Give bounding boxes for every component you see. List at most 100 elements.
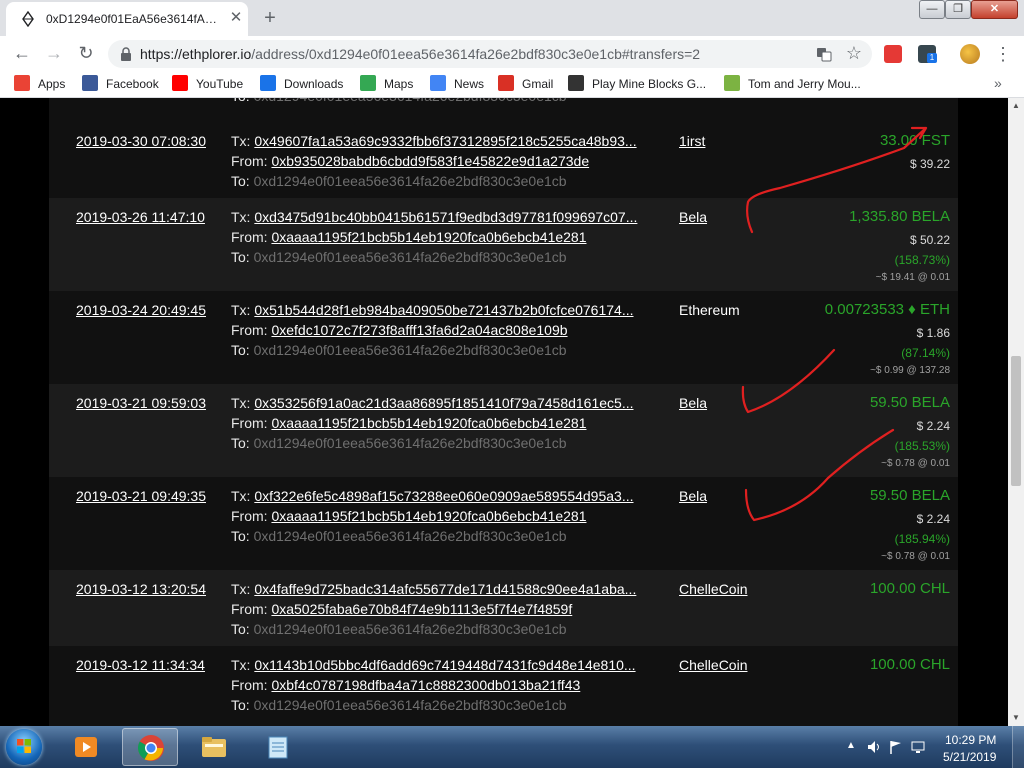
token-name-link[interactable]: Bela (679, 488, 707, 504)
windows-taskbar: ▲ 10:29 PM 5/21/2019 (0, 726, 1024, 768)
url-host: https://ethplorer.io (140, 46, 252, 62)
token-name-link[interactable]: 1irst (679, 133, 705, 149)
from-line: From: 0xa5025faba6e70b84f74e9b1113e5f7f4… (231, 601, 641, 617)
bookmarks-overflow-button[interactable]: » (994, 75, 1002, 91)
to-label: To: (231, 621, 250, 637)
tx-hash-link[interactable]: 0xd3475d91bc40bb0415b61571f9edbd3d97781f… (254, 209, 637, 225)
taskbar-button[interactable] (250, 728, 306, 766)
transfer-date-link[interactable]: 2019-03-12 11:34:34 (76, 657, 205, 673)
bookmark-label: Gmail (522, 77, 554, 91)
from-address-link[interactable]: 0xaaaa1195f21bcb5b14eb1920fca0b6ebcb41e2… (271, 508, 586, 524)
reload-icon[interactable]: ↻ (74, 41, 98, 65)
from-address-link[interactable]: 0xefdc1072c7f273f8afff13fa6d2a04ac808e10… (271, 322, 567, 338)
browser-tab[interactable]: 0xD1294e0f01EaA56e3614fA26e2bDF830c3e0e1… (6, 2, 248, 36)
tx-label: Tx: (231, 581, 251, 597)
tx-label: Tx: (231, 488, 251, 504)
maximize-button[interactable]: ❐ (945, 0, 971, 19)
bookmark-item[interactable]: Facebook (82, 75, 159, 93)
tx-line: Tx: 0x4faffe9d725badc314afc55677de171d41… (231, 581, 641, 597)
volume-icon[interactable] (866, 739, 882, 755)
menu-dots-icon[interactable]: ⋮ (994, 44, 1012, 64)
url-text[interactable]: https://ethplorer.io/address/0xd1294e0f0… (140, 46, 700, 62)
transfer-date-link[interactable]: 2019-03-26 11:47:10 (76, 209, 205, 225)
tx-hash-link[interactable]: 0x51b544d28f1eb984ba409050be721437b2b0fc… (254, 302, 633, 318)
close-window-button[interactable]: ✕ (971, 0, 1018, 19)
scroll-up-arrow-icon[interactable]: ▲ (1008, 98, 1024, 114)
taskbar-button[interactable] (186, 728, 242, 766)
bookmark-item[interactable]: Tom and Jerry Mou... (724, 75, 861, 93)
usd-value: $ 50.22 (909, 233, 950, 247)
transfer-date-link[interactable]: 2019-03-24 20:49:45 (76, 302, 206, 318)
show-desktop-button[interactable] (1012, 726, 1024, 768)
tx-hash-link[interactable]: 0xf322e6fe5c4898af15c73288ee060e0909ae58… (254, 488, 633, 504)
transfer-date-link[interactable]: 2019-03-21 09:49:35 (76, 488, 206, 504)
bookmark-star-icon[interactable]: ☆ (844, 43, 864, 63)
to-address: 0xd1294e0f01eea56e3614fa26e2bdf830c3e0e1… (253, 621, 567, 637)
from-address-link[interactable]: 0xb935028babdb6cbdd9f583f1e45822e9d1a273… (271, 153, 589, 169)
transfer-date-link[interactable]: 2019-03-12 13:20:54 (76, 581, 206, 597)
youtube-icon (172, 75, 188, 91)
bookmark-item[interactable]: Maps (360, 75, 413, 93)
taskbar-button[interactable] (58, 728, 114, 766)
to-line: To: 0xd1294e0f01eea56e3614fa26e2bdf830c3… (231, 98, 567, 104)
from-address-link[interactable]: 0xaaaa1195f21bcb5b14eb1920fca0b6ebcb41e2… (271, 415, 586, 431)
percent-change: (158.73%) (894, 253, 950, 267)
transfer-date-link[interactable]: 2019-03-21 09:59:03 (76, 395, 206, 411)
show-hidden-icons-icon[interactable]: ▲ (846, 740, 856, 751)
token-amount: 33.00 FST (879, 132, 950, 149)
from-address-link[interactable]: 0xbf4c0787198dfba4a71c8882300db013ba21ff… (271, 677, 580, 693)
transfer-date-link[interactable]: 2019-03-30 07:08:30 (76, 133, 206, 149)
url-path: /address/0xd1294e0f01eea56e3614fa26e2bdf… (251, 46, 701, 62)
token-name-link[interactable]: ChelleCoin (679, 581, 747, 597)
token-name-link[interactable]: Bela (679, 395, 707, 411)
bookmark-item[interactable]: Play Mine Blocks G... (568, 75, 706, 93)
bookmark-item[interactable]: Apps (14, 75, 65, 93)
percent-change: (185.94%) (894, 532, 950, 546)
from-line: From: 0xb935028babdb6cbdd9f583f1e45822e9… (231, 153, 641, 169)
profile-avatar[interactable] (960, 44, 980, 64)
notepad-icon (268, 736, 288, 759)
clock-date[interactable]: 5/21/2019 (943, 750, 996, 764)
usd-value: $ 2.24 (916, 419, 950, 433)
new-tab-button[interactable]: + (258, 6, 282, 30)
to-line: To: 0xd1294e0f01eea56e3614fa26e2bdf830c3… (231, 435, 567, 451)
bookmark-label: Downloads (284, 77, 344, 91)
rate-info: ~$ 0.78 @ 0.01 (881, 458, 950, 469)
tab-close-icon[interactable]: ✕ (228, 10, 244, 26)
to-address: 0xd1294e0f01eea56e3614fa26e2bdf830c3e0e1… (253, 697, 567, 713)
rate-info: ~$ 19.41 @ 0.01 (875, 272, 950, 283)
address-bar[interactable]: https://ethplorer.io/address/0xd1294e0f0… (108, 40, 872, 68)
back-arrow-icon[interactable]: ← (10, 41, 34, 65)
extension-icon[interactable] (884, 45, 902, 63)
scroll-thumb[interactable] (1011, 356, 1021, 486)
page-scrollbar[interactable]: ▲ ▼ (1008, 98, 1024, 726)
bookmark-item[interactable]: Downloads (260, 75, 343, 93)
bookmark-item[interactable]: Gmail (498, 75, 553, 93)
taskbar-button[interactable] (122, 728, 178, 766)
tx-hash-link[interactable]: 0x1143b10d5bbc4df6add69c7419448d7431fc9d… (254, 657, 635, 673)
tx-hash-link[interactable]: 0x353256f91a0ac21d3aa86895f1851410f79a74… (254, 395, 633, 411)
token-name-link[interactable]: ChelleCoin (679, 657, 747, 673)
scroll-down-arrow-icon[interactable]: ▼ (1008, 710, 1024, 726)
tx-hash-link[interactable]: 0x4faffe9d725badc314afc55677de171d41588c… (254, 581, 636, 597)
network-icon[interactable] (910, 739, 926, 755)
to-address: 0xd1294e0f01eea56e3614fa26e2bdf830c3e0e1… (253, 528, 567, 544)
start-button[interactable] (6, 729, 42, 765)
action-center-flag-icon[interactable] (888, 739, 904, 755)
from-address-link[interactable]: 0xa5025faba6e70b84f74e9b1113e5f7f4e7f485… (271, 601, 572, 617)
from-address-link[interactable]: 0xaaaa1195f21bcb5b14eb1920fca0b6ebcb41e2… (271, 229, 586, 245)
tx-hash-link[interactable]: 0x49607fa1a53a69c9332fbb6f37312895f218c5… (254, 133, 636, 149)
forward-arrow-icon[interactable]: → (42, 41, 66, 65)
token-name-link: Ethereum (679, 302, 740, 318)
token-amount: 59.50 BELA (869, 394, 950, 411)
minimize-button[interactable]: — (919, 0, 945, 19)
bookmark-item[interactable]: YouTube (172, 75, 243, 93)
token-name-link[interactable]: Bela (679, 209, 707, 225)
bookmark-item[interactable]: News (430, 75, 484, 93)
from-line: From: 0xaaaa1195f21bcb5b14eb1920fca0b6eb… (231, 229, 641, 245)
clock-time[interactable]: 10:29 PM (945, 733, 996, 747)
usd-value: $ 2.24 (916, 512, 950, 526)
gmail-icon (498, 75, 514, 91)
translate-icon[interactable] (816, 46, 832, 62)
from-label: From: (231, 677, 268, 693)
